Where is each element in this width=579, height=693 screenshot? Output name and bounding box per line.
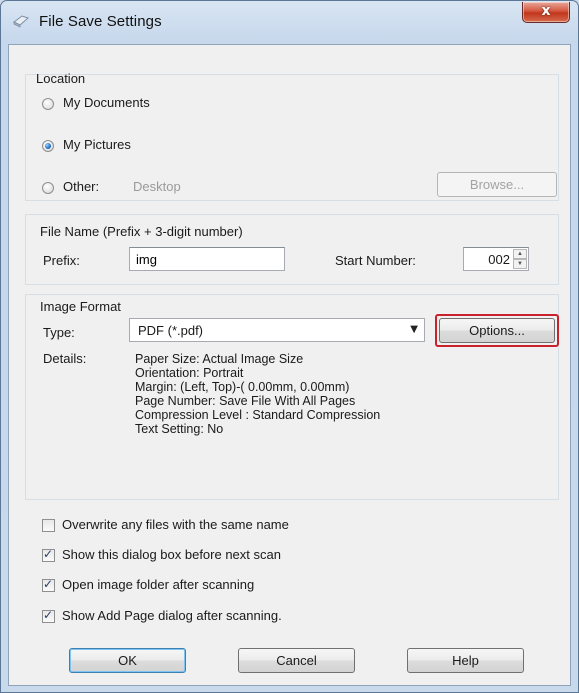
checkbox-open-folder-label[interactable]: Open image folder after scanning [62, 577, 254, 592]
details-text: Paper Size: Actual Image Size Orientatio… [135, 352, 435, 436]
radio-my-documents-label[interactable]: My Documents [63, 95, 150, 110]
radio-other-label[interactable]: Other: [63, 179, 99, 194]
detail-text-setting: Text Setting: No [135, 422, 224, 436]
checkbox-add-page-label[interactable]: Show Add Page dialog after scanning. [62, 608, 282, 623]
image-format-group-label: Image Format [40, 299, 121, 314]
type-dropdown[interactable]: PDF (*.pdf) ▼ [129, 318, 425, 342]
radio-my-documents[interactable] [42, 98, 54, 110]
checkbox-add-page[interactable] [42, 608, 55, 623]
help-button[interactable]: Help [407, 648, 524, 673]
window-title: File Save Settings [39, 13, 162, 30]
browse-button[interactable]: Browse... [437, 172, 557, 197]
other-folder-value: Desktop [133, 179, 181, 194]
radio-my-pictures-label[interactable]: My Pictures [63, 137, 131, 152]
checkbox-show-dialog-label[interactable]: Show this dialog box before next scan [62, 547, 281, 562]
radio-my-pictures[interactable] [42, 140, 54, 152]
detail-orientation: Orientation: Portrait [135, 366, 244, 380]
type-dropdown-value: PDF (*.pdf) [138, 323, 204, 338]
stepper-up-icon[interactable]: ▲ [513, 249, 527, 259]
close-button[interactable]: x [522, 2, 570, 23]
cancel-button[interactable]: Cancel [238, 648, 355, 673]
details-label: Details: [43, 351, 87, 366]
options-button[interactable]: Options... [439, 318, 555, 343]
start-number-label: Start Number: [335, 253, 416, 268]
stepper-down-icon[interactable]: ▼ [513, 259, 527, 269]
detail-compression: Compression Level : Standard Compression [135, 408, 381, 422]
prefix-label: Prefix: [43, 253, 80, 268]
chevron-down-icon[interactable]: ▼ [410, 324, 418, 335]
detail-margin: Margin: (Left, Top)-( 0.00mm, 0.00mm) [135, 380, 350, 394]
file-name-group-label: File Name (Prefix + 3-digit number) [40, 224, 243, 239]
radio-other[interactable] [42, 182, 54, 194]
prefix-input[interactable] [129, 247, 285, 271]
detail-page-number: Page Number: Save File With All Pages [135, 394, 356, 408]
checkbox-open-folder[interactable] [42, 577, 55, 592]
checkbox-overwrite[interactable] [42, 519, 55, 532]
file-save-settings-dialog: File Save Settings x Location My Documen… [0, 0, 579, 693]
start-number-value[interactable]: 002 [488, 252, 510, 267]
title-bar[interactable]: File Save Settings x [1, 1, 578, 43]
scanner-app-icon [13, 15, 29, 28]
checkbox-overwrite-label[interactable]: Overwrite any files with the same name [62, 517, 289, 532]
location-group-label: Location [36, 71, 86, 86]
type-label: Type: [43, 325, 75, 340]
checkbox-show-dialog[interactable] [42, 547, 55, 562]
close-icon: x [541, 3, 551, 19]
ok-button[interactable]: OK [69, 648, 186, 673]
detail-paper-size: Paper Size: Actual Image Size [135, 352, 304, 366]
start-number-stepper[interactable]: 002 ▲ ▼ [463, 247, 529, 271]
